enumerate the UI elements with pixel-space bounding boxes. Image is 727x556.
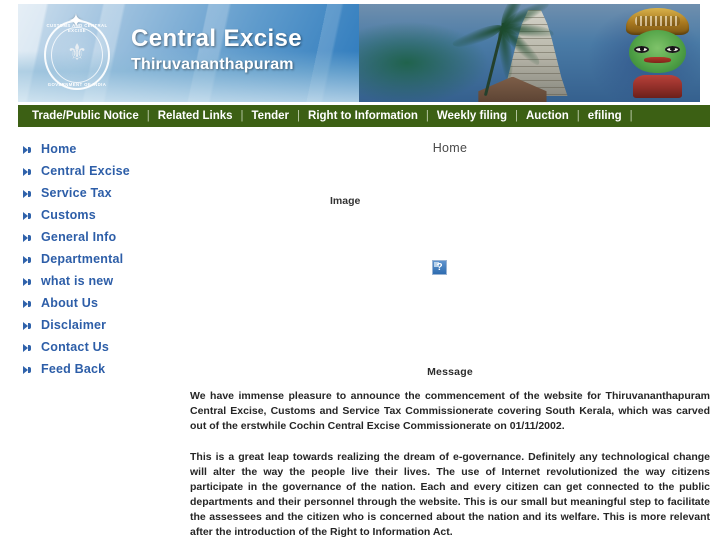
sidebar-item-departmental[interactable]: Departmental <box>18 248 183 270</box>
kathakali-eye-right <box>665 45 681 53</box>
nav-separator: | <box>576 110 580 122</box>
arrow-bullet-icon <box>22 276 33 287</box>
nav-item-efiling[interactable]: efiling <box>588 110 622 122</box>
sidebar-item-central-excise[interactable]: Central Excise <box>18 160 183 182</box>
nav-item-trade-public-notice[interactable]: Trade/Public Notice <box>32 110 139 122</box>
sidebar-item-label: Feed Back <box>41 362 106 376</box>
site-banner: ✦ ⚜ CUSTOMS AND CENTRAL EXCISE GOVERNMEN… <box>18 4 700 102</box>
sidebar-item-service-tax[interactable]: Service Tax <box>18 182 183 204</box>
arrow-bullet-icon <box>22 232 33 243</box>
arrow-bullet-icon <box>22 144 33 155</box>
message-paragraph: We have immense pleasure to announce the… <box>190 390 710 432</box>
sidebar-item-label: General Info <box>41 230 117 244</box>
arrow-bullet-icon <box>22 188 33 199</box>
sidebar-item-about-us[interactable]: About Us <box>18 292 183 314</box>
sidebar-item-home[interactable]: Home <box>18 138 183 160</box>
arrow-bullet-icon <box>22 254 33 265</box>
nav-separator: | <box>514 110 518 122</box>
banner-kerala-collage <box>359 4 700 102</box>
kathakali-eye-left <box>634 45 650 53</box>
emblem-top-text: CUSTOMS AND CENTRAL EXCISE <box>46 23 108 33</box>
message-paragraph: This is a great leap towards realizing t… <box>190 451 710 538</box>
sidebar-item-label: Service Tax <box>41 186 112 200</box>
sidebar-item-label: Central Excise <box>41 164 130 178</box>
main-content-area: Home Image ? Message We have immense ple… <box>190 138 710 538</box>
sidebar-item-label: Home <box>41 142 77 156</box>
broken-image-alt-text: Image <box>330 195 361 207</box>
kathakali-costume <box>633 74 682 99</box>
arrow-bullet-icon <box>22 342 33 353</box>
message-heading: Message <box>427 366 473 378</box>
sidebar-item-customs[interactable]: Customs <box>18 204 183 226</box>
sidebar-item-what-is-new[interactable]: what is new <box>18 270 183 292</box>
sidebar-item-label: what is new <box>41 274 114 288</box>
nav-separator: | <box>297 110 301 122</box>
nav-separator: | <box>629 110 633 122</box>
kathakali-mouth <box>643 57 672 64</box>
broken-image-question-glyph: ? <box>436 262 443 273</box>
sidebar-item-contact-us[interactable]: Contact Us <box>18 336 183 358</box>
sidebar-item-label: Contact Us <box>41 340 109 354</box>
arrow-bullet-icon <box>22 298 33 309</box>
arrow-bullet-icon <box>22 166 33 177</box>
kathakali-face <box>628 29 687 73</box>
sidebar-item-label: Customs <box>41 208 96 222</box>
nav-separator: | <box>425 110 429 122</box>
nav-item-auction[interactable]: Auction <box>526 110 569 122</box>
kathakali-dancer-image <box>622 7 694 100</box>
arrow-bullet-icon <box>22 364 33 375</box>
sidebar-item-disclaimer[interactable]: Disclaimer <box>18 314 183 336</box>
left-sidebar-menu: Home Central Excise Service Tax Customs … <box>18 138 183 380</box>
customs-central-excise-emblem-icon: ✦ ⚜ CUSTOMS AND CENTRAL EXCISE GOVERNMEN… <box>38 12 116 94</box>
sidebar-item-label: Disclaimer <box>41 318 107 332</box>
nav-item-right-to-information[interactable]: Right to Information <box>308 110 418 122</box>
sidebar-item-label: Departmental <box>41 252 124 266</box>
nav-item-tender[interactable]: Tender <box>252 110 290 122</box>
message-body: We have immense pleasure to announce the… <box>190 389 710 556</box>
banner-subtitle: Thiruvananthapuram <box>131 56 294 73</box>
ashoka-lion-capital-icon: ⚜ <box>66 39 88 66</box>
nav-separator: | <box>240 110 244 122</box>
top-navigation-bar: Trade/Public Notice | Related Links | Te… <box>18 105 710 127</box>
banner-title: Central Excise <box>131 25 303 52</box>
page-title: Home <box>432 141 468 155</box>
palm-tree-image <box>451 4 555 100</box>
sidebar-item-general-info[interactable]: General Info <box>18 226 183 248</box>
nav-item-weekly-filing[interactable]: Weekly filing <box>437 110 507 122</box>
arrow-bullet-icon <box>22 210 33 221</box>
nav-item-related-links[interactable]: Related Links <box>158 110 233 122</box>
broken-image-placeholder-icon[interactable]: ? <box>432 260 447 275</box>
arrow-bullet-icon <box>22 320 33 331</box>
emblem-bottom-text: GOVERNMENT OF INDIA <box>47 82 107 87</box>
nav-separator: | <box>146 110 150 122</box>
sidebar-item-label: About Us <box>41 296 99 310</box>
sidebar-item-feed-back[interactable]: Feed Back <box>18 358 183 380</box>
